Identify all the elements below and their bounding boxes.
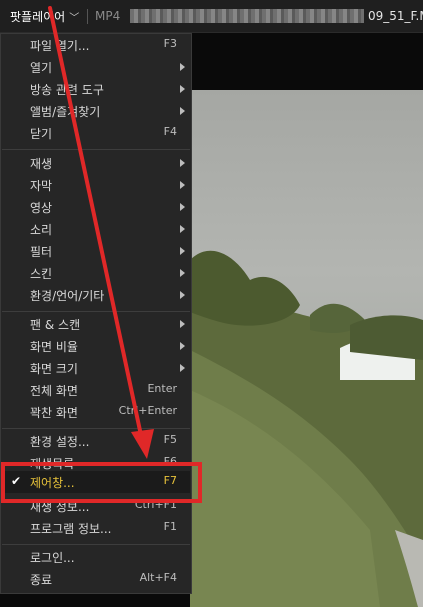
submenu-arrow-icon <box>180 181 185 189</box>
submenu-arrow-icon <box>180 320 185 328</box>
submenu-arrow-icon <box>180 364 185 372</box>
menu-item-label: 닫기 <box>30 127 53 141</box>
menu-item-playback[interactable]: 재생 <box>2 152 190 174</box>
submenu-arrow-icon <box>180 342 185 350</box>
menu-item-shortcut: F6 <box>163 455 177 468</box>
menu-item-label: 재생목록 <box>30 457 75 471</box>
media-format: MP4 <box>95 9 121 23</box>
menu-item-exit[interactable]: 종료 Alt+F4 <box>2 568 190 590</box>
submenu-arrow-icon <box>180 225 185 233</box>
menu-item-environment-language[interactable]: 환경/언어/기타 <box>2 284 190 306</box>
submenu-arrow-icon <box>180 247 185 255</box>
menu-item-shortcut: F7 <box>163 474 177 487</box>
menu-item-album-favorites[interactable]: 앨범/즐겨찾기 <box>2 100 190 122</box>
app-name: 팟플레이어 <box>10 10 66 24</box>
filename: 09_51_F.M <box>368 9 423 23</box>
menu-item-label: 재생 정보... <box>30 500 90 514</box>
blurred-filename <box>130 9 364 23</box>
submenu-arrow-icon <box>180 291 185 299</box>
menu-item-label: 환경 설정... <box>30 435 90 449</box>
submenu-arrow-icon <box>180 159 185 167</box>
submenu-arrow-icon <box>180 85 185 93</box>
menu-item-label: 꽉찬 화면 <box>30 406 78 420</box>
menu-item-label: 프로그램 정보... <box>30 522 112 536</box>
menu-divider <box>2 149 190 150</box>
menu-item-aspect-ratio[interactable]: 화면 비율 <box>2 335 190 357</box>
chevron-down-icon: ﹀ <box>69 13 80 24</box>
menu-item-subtitles[interactable]: 자막 <box>2 174 190 196</box>
menu-divider <box>2 311 190 312</box>
menu-item-shortcut: Ctrl+Enter <box>118 404 177 417</box>
menu-item-shortcut: F4 <box>163 125 177 138</box>
menu-item-open-file[interactable]: 파일 열기... F3 <box>2 34 190 56</box>
menu-item-audio[interactable]: 소리 <box>2 218 190 240</box>
menu-divider <box>2 428 190 429</box>
menu-item-label: 종료 <box>30 573 53 587</box>
menu-item-label: 전체 화면 <box>30 384 78 398</box>
menu-item-fill-screen[interactable]: 꽉찬 화면 Ctrl+Enter <box>2 401 190 423</box>
menu-item-label: 환경/언어/기타 <box>30 289 105 303</box>
menu-item-shortcut: Alt+F4 <box>139 571 177 584</box>
menu-item-label: 파일 열기... <box>30 39 90 53</box>
submenu-arrow-icon <box>180 203 185 211</box>
menu-item-close[interactable]: 닫기 F4 <box>2 122 190 144</box>
checkmark-icon: ✔ <box>11 474 22 488</box>
menu-item-skin[interactable]: 스킨 <box>2 262 190 284</box>
menu-item-label: 영상 <box>30 201 53 215</box>
app-menu-button[interactable]: 팟플레이어 ﹀ <box>6 6 83 27</box>
menu-item-label: 자막 <box>30 179 53 193</box>
menu-item-label: 소리 <box>30 223 53 237</box>
submenu-arrow-icon <box>180 63 185 71</box>
menu-item-shortcut: Enter <box>147 382 177 395</box>
menu-item-broadcast-tools[interactable]: 방송 관련 도구 <box>2 78 190 100</box>
title-bar: 팟플레이어 ﹀ MP4 09_51_F.M <box>0 0 423 33</box>
menu-item-program-info[interactable]: 프로그램 정보... F1 <box>2 517 190 539</box>
menu-item-label: 열기 <box>30 61 53 75</box>
video-frame <box>190 90 423 607</box>
menu-item-screen-size[interactable]: 화면 크기 <box>2 357 190 379</box>
context-menu: 파일 열기... F3 열기 방송 관련 도구 앨범/즐겨찾기 닫기 F4 재생… <box>0 33 192 594</box>
menu-item-label: 화면 크기 <box>30 362 78 376</box>
menu-item-pan-scan[interactable]: 팬 & 스캔 <box>2 313 190 335</box>
menu-item-shortcut: F1 <box>163 520 177 533</box>
menu-item-video[interactable]: 영상 <box>2 196 190 218</box>
menu-item-label: 스킨 <box>30 267 53 281</box>
title-divider <box>87 9 88 24</box>
menu-item-fullscreen[interactable]: 전체 화면 Enter <box>2 379 190 401</box>
menu-item-label: 앨범/즐겨찾기 <box>30 105 101 119</box>
menu-item-shortcut: F5 <box>163 433 177 446</box>
menu-item-label: 화면 비율 <box>30 340 78 354</box>
menu-item-label: 필터 <box>30 245 53 259</box>
menu-item-label: 재생 <box>30 157 53 171</box>
menu-item-playback-info[interactable]: 재생 정보... Ctrl+F1 <box>2 495 190 517</box>
menu-item-login[interactable]: 로그인... <box>2 546 190 568</box>
menu-item-label: 팬 & 스캔 <box>30 318 81 332</box>
menu-item-label: 제어창... <box>30 476 75 490</box>
submenu-arrow-icon <box>180 107 185 115</box>
menu-item-open[interactable]: 열기 <box>2 56 190 78</box>
menu-item-control-panel[interactable]: ✔ 제어창... F7 <box>2 471 190 493</box>
menu-divider <box>2 544 190 545</box>
menu-item-label: 로그인... <box>30 551 75 565</box>
submenu-arrow-icon <box>180 269 185 277</box>
menu-item-filters[interactable]: 필터 <box>2 240 190 262</box>
menu-item-preferences[interactable]: 환경 설정... F5 <box>2 430 190 452</box>
menu-item-shortcut: F3 <box>163 37 177 50</box>
menu-item-shortcut: Ctrl+F1 <box>134 498 177 511</box>
menu-item-label: 방송 관련 도구 <box>30 83 104 97</box>
